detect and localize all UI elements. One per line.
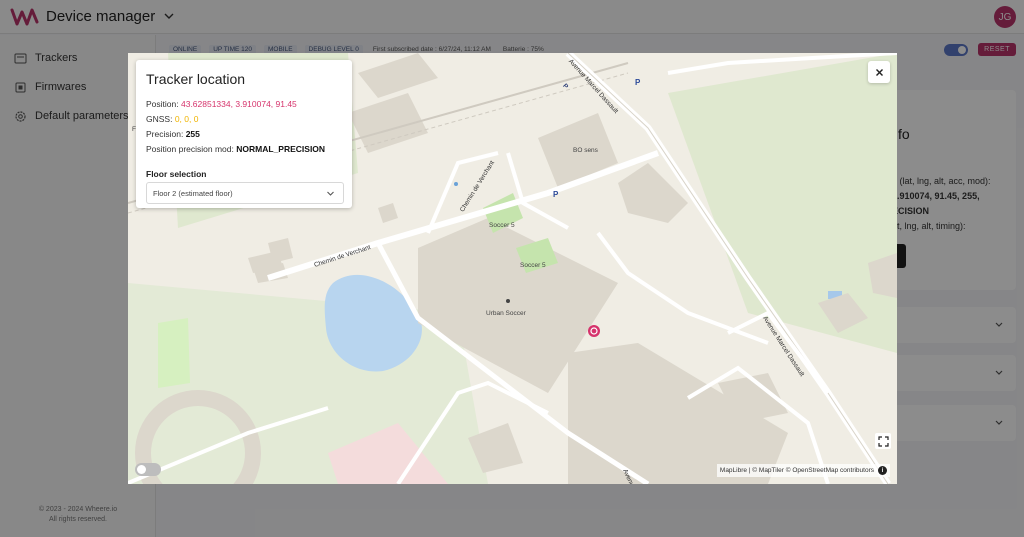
poi-dot <box>506 299 510 303</box>
precision-value: 255 <box>185 129 200 139</box>
tracker-marker[interactable] <box>588 325 600 337</box>
floor-select[interactable]: Floor 2 (estimated floor) <box>146 182 344 204</box>
poi-dot <box>454 182 458 186</box>
tracker-location-modal: Soccer 5 Soccer 5 Urban Soccer BO sens F… <box>128 53 897 484</box>
precision-label: Precision: <box>146 129 184 139</box>
precision-row: Precision: 255 <box>146 129 200 139</box>
attribution-text[interactable]: MapLibre | © MapTiler © OpenStreetMap co… <box>720 467 874 474</box>
fullscreen-icon <box>877 435 889 447</box>
map-label-urban-soccer: Urban Soccer <box>486 310 526 317</box>
precision-mod-label: Position precision mod: <box>146 144 234 154</box>
close-button[interactable] <box>868 61 890 83</box>
info-icon[interactable]: i <box>878 466 887 475</box>
map-label-bo-sens: BO sens <box>573 147 598 154</box>
map-label-soccer: Soccer 5 <box>520 262 546 269</box>
position-label: Position: <box>146 99 179 109</box>
floor-selection-label: Floor selection <box>146 169 207 179</box>
fullscreen-button[interactable] <box>875 433 891 449</box>
position-row: Position: 43.62851334, 3.910074, 91.45 <box>146 99 297 109</box>
map-label-parking: P <box>553 190 559 199</box>
location-panel: Tracker location Position: 43.62851334, … <box>136 60 352 208</box>
precision-mod-row: Position precision mod: NORMAL_PRECISION <box>146 144 325 154</box>
floor-select-value: Floor 2 (estimated floor) <box>153 189 233 198</box>
close-icon <box>875 68 883 76</box>
map-attribution[interactable]: MapLibre | © MapTiler © OpenStreetMap co… <box>716 464 890 477</box>
precision-mod-value: NORMAL_PRECISION <box>236 144 326 154</box>
modal-title: Tracker location <box>146 71 246 87</box>
map-label-soccer: Soccer 5 <box>489 222 515 229</box>
map-layer-toggle[interactable] <box>135 463 161 476</box>
gnss-label: GNSS: <box>146 114 173 124</box>
position-value: 43.62851334, 3.910074, 91.45 <box>180 99 297 109</box>
chevron-down-icon <box>327 191 334 196</box>
gnss-row: GNSS: 0, 0, 0 <box>146 114 198 124</box>
gnss-value: 0, 0, 0 <box>174 114 199 124</box>
map-label-parking: P <box>635 78 641 87</box>
